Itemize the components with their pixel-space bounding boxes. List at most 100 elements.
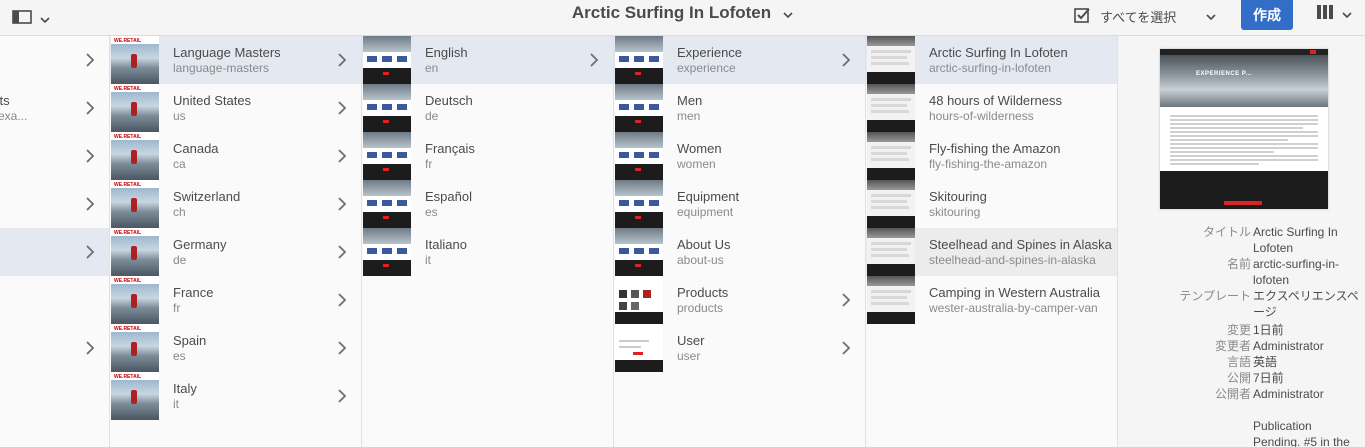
meta-modified-by: 変更者 Administrator — [1214, 339, 1324, 353]
list-item-de[interactable]: WE.RETAIL Germany de — [110, 228, 361, 276]
list-item-experience[interactable]: Experience experience — [614, 36, 865, 84]
page-thumbnail: WE.RETAIL — [111, 324, 159, 372]
page-thumbnail: WE.RETAIL — [111, 180, 159, 228]
item-subtitle: it — [425, 253, 431, 267]
list-item-equipment[interactable]: Equipment equipment — [614, 180, 865, 228]
item-subtitle: hours-of-wilderness — [929, 109, 1034, 123]
top-toolbar: Arctic Surfing In Lofoten すべてを選択 作成 — [0, 0, 1365, 36]
list-item[interactable]: ents nts-exa... — [0, 84, 109, 132]
item-title: User — [677, 333, 705, 348]
item-subtitle: ch — [173, 205, 186, 219]
item-subtitle: us — [173, 109, 186, 123]
item-title: Italiano — [425, 237, 467, 252]
chevron-right-icon — [86, 101, 95, 115]
list-item-en[interactable]: English en — [362, 36, 613, 84]
list-item-es[interactable]: Español es — [362, 180, 613, 228]
page-preview-thumbnail: EXPERIENCE P... — [1160, 49, 1328, 209]
chevron-right-icon — [338, 341, 347, 355]
list-item-it[interactable]: Italiano it — [362, 228, 613, 276]
item-title: Women — [677, 141, 722, 156]
list-item-women[interactable]: Women women — [614, 132, 865, 180]
list-item[interactable] — [0, 180, 109, 228]
item-title: 48 hours of Wilderness — [929, 93, 1062, 108]
location-title-button[interactable]: Arctic Surfing In Lofoten — [572, 2, 793, 24]
create-button[interactable]: 作成 — [1241, 0, 1293, 30]
page-thumbnail — [615, 180, 663, 228]
preview-hero-text: EXPERIENCE P... — [1196, 71, 1253, 77]
list-item-48-hours[interactable]: 48 hours of Wilderness hours-of-wilderne… — [866, 84, 1117, 132]
list-item-products[interactable]: Products products — [614, 276, 865, 324]
item-subtitle: fr — [173, 301, 181, 315]
meta-modified: 変更 1日前 — [1226, 323, 1284, 337]
chevron-right-icon — [86, 245, 95, 259]
chevron-right-icon — [86, 149, 95, 163]
item-title: Français — [425, 141, 475, 156]
list-item[interactable] — [0, 276, 109, 324]
page-thumbnail — [615, 84, 663, 132]
list-item-de[interactable]: Deutsch de — [362, 84, 613, 132]
page-thumbnail — [615, 324, 663, 372]
item-title: Equipment — [677, 189, 740, 204]
chevron-right-icon — [338, 53, 347, 67]
list-item[interactable] — [0, 228, 109, 276]
view-switcher-button[interactable] — [1316, 4, 1352, 23]
select-all-button[interactable]: すべてを選択 — [1074, 5, 1176, 27]
item-subtitle: fr — [425, 157, 433, 171]
page-title: Arctic Surfing In Lofoten — [571, 3, 772, 22]
item-title: France — [173, 285, 214, 300]
list-item-skitouring[interactable]: Skitouring skitouring — [866, 180, 1117, 228]
item-title: Switzerland — [173, 189, 241, 204]
chevron-down-icon — [1206, 8, 1216, 23]
list-item[interactable]: es — [0, 132, 109, 180]
list-item-camping[interactable]: Camping in Western Australia wester-aust… — [866, 276, 1117, 324]
meta-name: 名前 arctic-surfing-in-lofoten — [1226, 257, 1340, 287]
meta-published-by: 公開者 Administrator — [1214, 387, 1324, 401]
list-item-men[interactable]: Men men — [614, 84, 865, 132]
list-item[interactable] — [0, 36, 109, 84]
list-item-fr[interactable]: WE.RETAIL France fr — [110, 276, 361, 324]
list-item-about-us[interactable]: About Us about-us — [614, 228, 865, 276]
item-title: Experience — [677, 45, 743, 60]
item-subtitle: en — [425, 61, 439, 75]
chevron-right-icon — [842, 293, 851, 307]
select-all-menu-button[interactable] — [1206, 8, 1216, 23]
chevron-right-icon — [842, 341, 851, 355]
item-title: Arctic Surfing In Lofoten — [929, 45, 1068, 60]
item-title: Products — [677, 285, 729, 300]
metadata-list: タイトル Arctic Surfing In Lofoten 名前 arctic… — [1118, 224, 1365, 447]
column-3: Experience experience Men men Women wome… — [614, 36, 866, 447]
list-item-fr[interactable]: Français fr — [362, 132, 613, 180]
list-item-user[interactable]: User user — [614, 324, 865, 372]
item-subtitle: user — [677, 349, 701, 363]
item-subtitle: language-masters — [173, 61, 270, 75]
meta-language: 言語 英語 — [1226, 355, 1278, 369]
item-title: Spain — [173, 333, 207, 348]
chevron-down-icon — [1342, 6, 1352, 21]
chevron-right-icon — [338, 245, 347, 259]
item-subtitle: ca — [173, 157, 186, 171]
list-item-ca[interactable]: WE.RETAIL Canada ca — [110, 132, 361, 180]
chevron-right-icon — [86, 197, 95, 211]
page-thumbnail — [363, 36, 411, 84]
page-thumbnail — [867, 276, 915, 324]
list-item-fly-fishing[interactable]: Fly-fishing the Amazon fly-fishing-the-a… — [866, 132, 1117, 180]
list-item[interactable] — [0, 324, 109, 372]
list-item-es[interactable]: WE.RETAIL Spain es — [110, 324, 361, 372]
list-item-ch[interactable]: WE.RETAIL Switzerland ch — [110, 180, 361, 228]
list-item-us[interactable]: WE.RETAIL United States us — [110, 84, 361, 132]
chevron-right-icon — [338, 197, 347, 211]
item-title: Germany — [173, 237, 227, 252]
list-item-steelhead[interactable]: Steelhead and Spines in Alaska steelhead… — [866, 228, 1117, 276]
page-thumbnail — [867, 84, 915, 132]
panel-toggle-button[interactable] — [12, 7, 54, 29]
item-subtitle: de — [173, 253, 187, 267]
item-title: Italy — [173, 381, 197, 396]
meta-published: 公開 7日前 — [1226, 371, 1284, 385]
item-title: Canada — [173, 141, 219, 156]
list-item-arctic-surfing[interactable]: Arctic Surfing In Lofoten arctic-surfing… — [866, 36, 1117, 84]
chevron-right-icon — [338, 389, 347, 403]
list-item-it[interactable]: WE.RETAIL Italy it — [110, 372, 361, 420]
column-2: English en Deutsch de Français fr Españo… — [362, 36, 614, 447]
chevron-right-icon — [86, 53, 95, 67]
list-item-language-masters[interactable]: WE.RETAIL Language Masters language-mast… — [110, 36, 361, 84]
